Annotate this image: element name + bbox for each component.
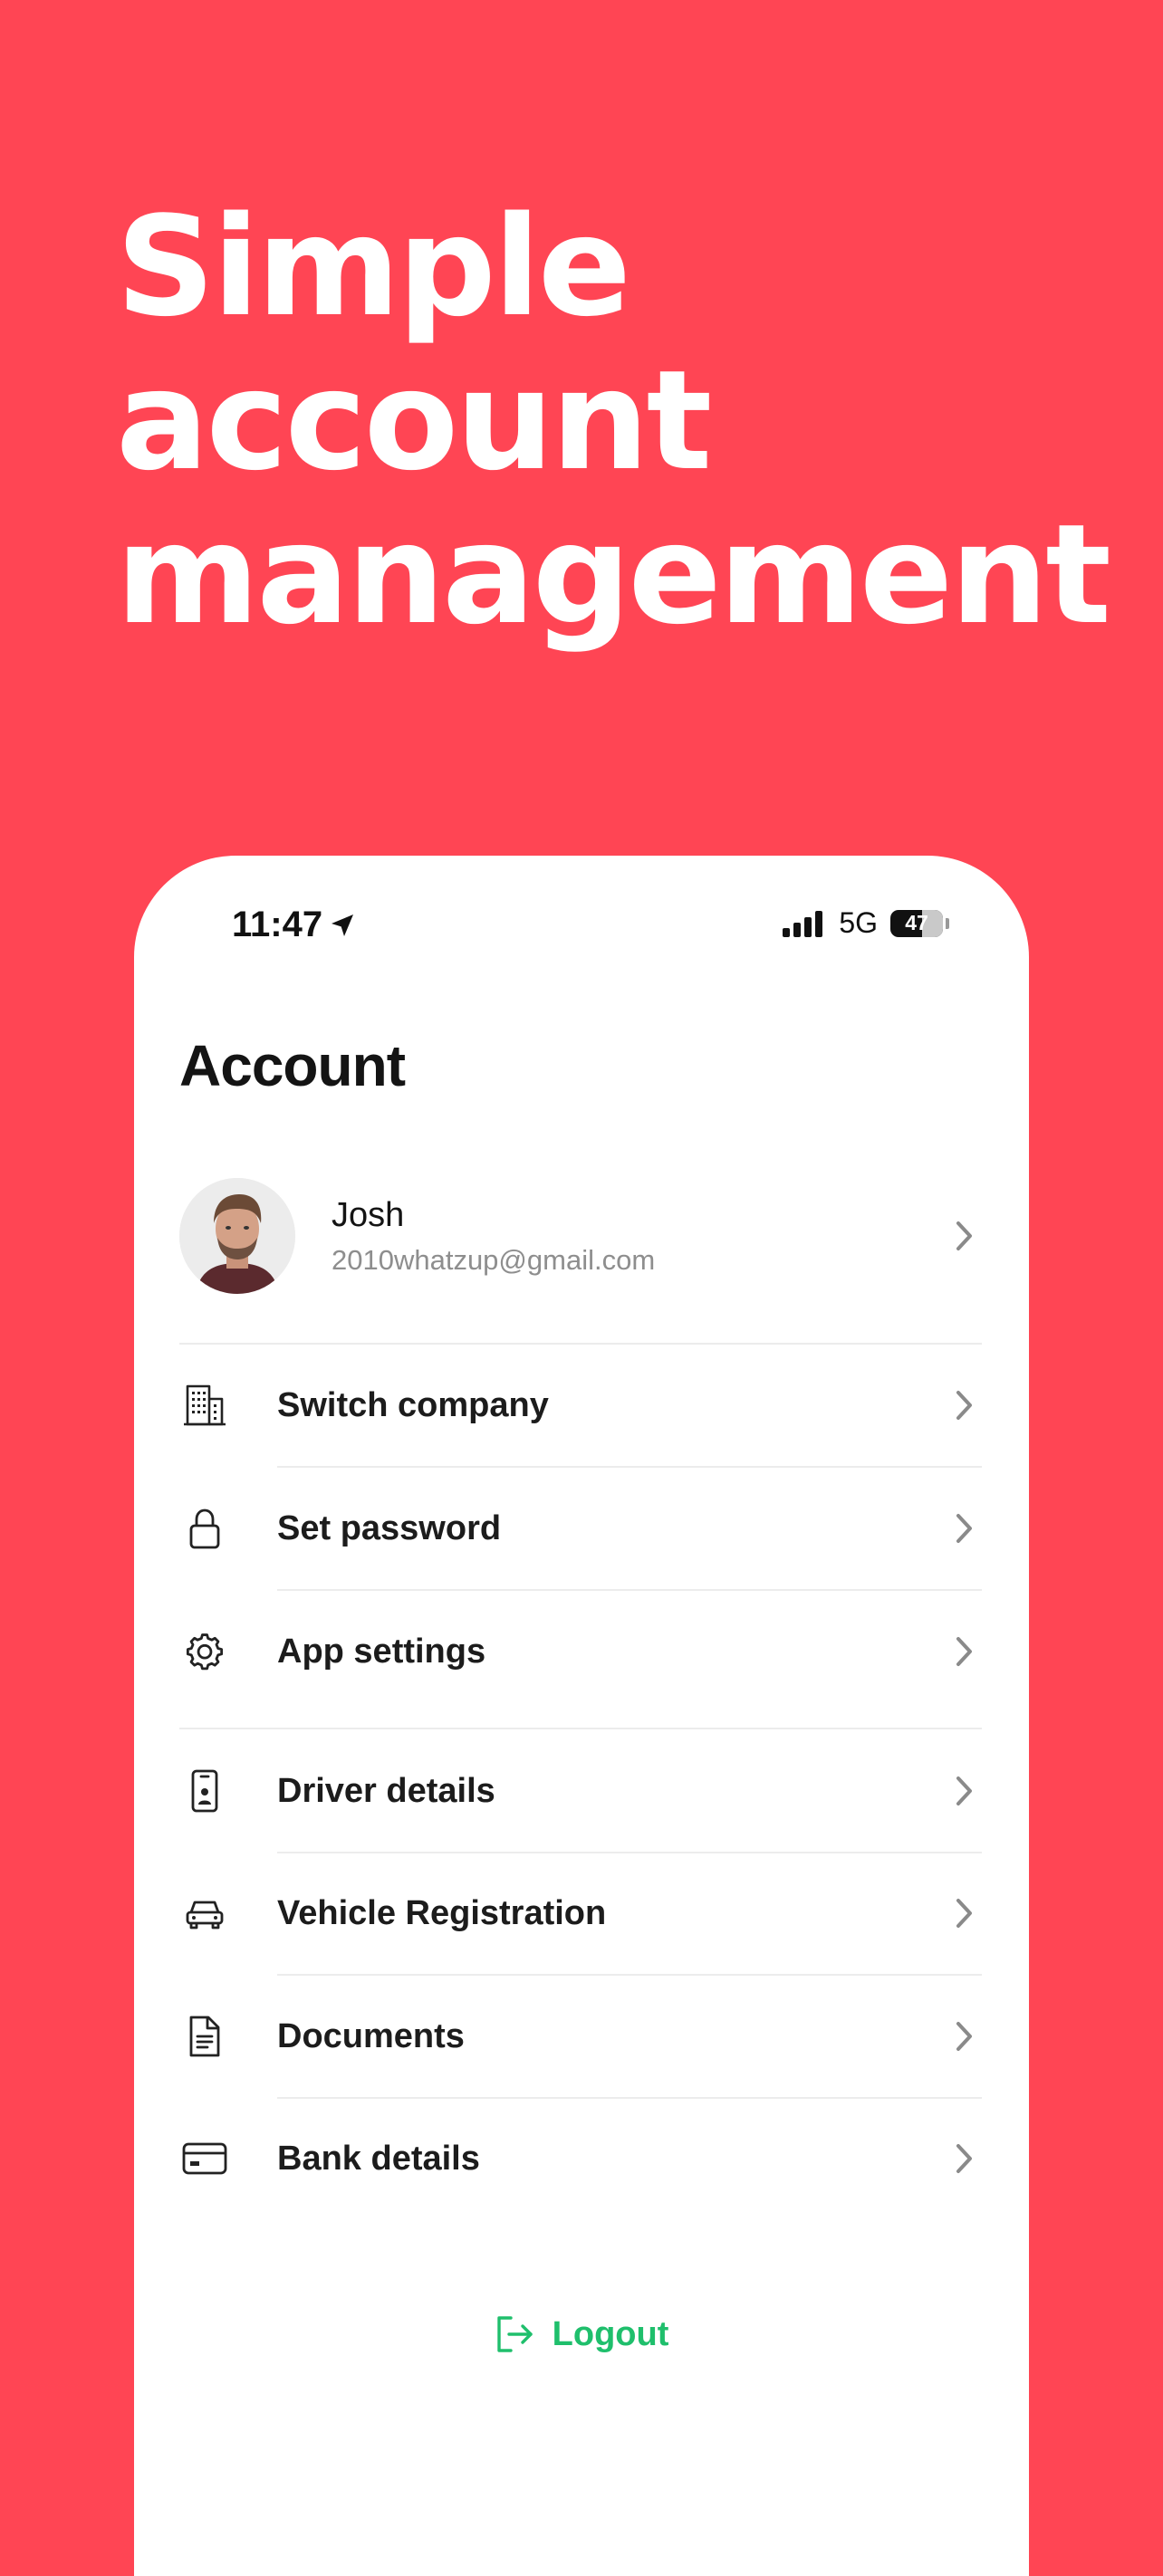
menu-item-vehicle-registration[interactable]: Vehicle Registration <box>179 1853 982 1974</box>
chevron-right-icon <box>946 1895 982 1931</box>
gear-icon <box>179 1626 230 1677</box>
menu-item-label: Set password <box>277 1508 502 1547</box>
phone-screen: 11:47 5G 47 Account Josh 2010whatzup@gma… <box>134 856 1029 2576</box>
chevron-right-icon <box>946 1387 982 1423</box>
location-arrow-icon <box>332 914 354 936</box>
menu-item-bank-details[interactable]: Bank details <box>179 2098 982 2219</box>
menu-item-label: Bank details <box>277 2139 480 2178</box>
chevron-right-icon <box>946 1633 982 1670</box>
lock-icon <box>179 1503 230 1554</box>
status-time: 11:47 <box>232 905 323 944</box>
chevron-right-icon <box>946 1773 982 1809</box>
chevron-right-icon <box>946 2018 982 2054</box>
profile-name: Josh <box>332 1195 405 1234</box>
credit-card-icon <box>179 2133 230 2184</box>
status-time-group: 11:47 <box>232 905 357 945</box>
headline-line-3: management <box>116 494 1111 655</box>
profile-email: 2010whatzup@gmail.com <box>332 1243 656 1276</box>
chevron-right-icon <box>946 1510 982 1547</box>
page-title: Account <box>179 1033 406 1098</box>
signal-icon <box>783 910 823 937</box>
headline: Simple account management <box>116 187 1111 655</box>
network-type: 5G <box>839 906 878 939</box>
status-indicators: 5G 47 <box>783 906 949 940</box>
divider <box>179 1728 982 1729</box>
menu-item-label: Documents <box>277 2016 465 2055</box>
profile-text: Josh 2010whatzup@gmail.com <box>332 1196 655 1277</box>
chevron-right-icon <box>946 1218 982 1254</box>
logout-label: Logout <box>552 2314 669 2353</box>
menu-item-documents[interactable]: Documents <box>179 1976 982 2097</box>
car-icon <box>179 1888 230 1939</box>
profile-row[interactable]: Josh 2010whatzup@gmail.com <box>179 1177 982 1295</box>
headline-line-1: Simple <box>116 187 631 347</box>
document-icon <box>179 2011 230 2062</box>
battery-group: 47 <box>890 909 949 937</box>
chevron-right-icon <box>946 2140 982 2177</box>
logout-button[interactable]: Logout <box>134 2313 1029 2355</box>
avatar <box>179 1178 295 1294</box>
menu-item-label: Switch company <box>277 1385 549 1424</box>
menu-item-label: Vehicle Registration <box>277 1893 607 1932</box>
headline-line-2: account <box>116 340 712 501</box>
logout-icon <box>496 2316 533 2352</box>
status-bar: 11:47 5G 47 <box>134 856 1029 946</box>
battery-level: 47 <box>905 911 928 934</box>
menu-item-set-password[interactable]: Set password <box>179 1468 982 1589</box>
id-badge-icon <box>179 1766 230 1816</box>
building-icon <box>179 1380 230 1431</box>
menu-item-app-settings[interactable]: App settings <box>179 1591 982 1712</box>
menu-item-label: App settings <box>277 1632 486 1671</box>
battery-icon: 47 <box>890 909 943 937</box>
menu-item-switch-company[interactable]: Switch company <box>179 1345 982 1466</box>
menu-item-driver-details[interactable]: Driver details <box>179 1730 982 1852</box>
menu-item-label: Driver details <box>277 1771 495 1810</box>
